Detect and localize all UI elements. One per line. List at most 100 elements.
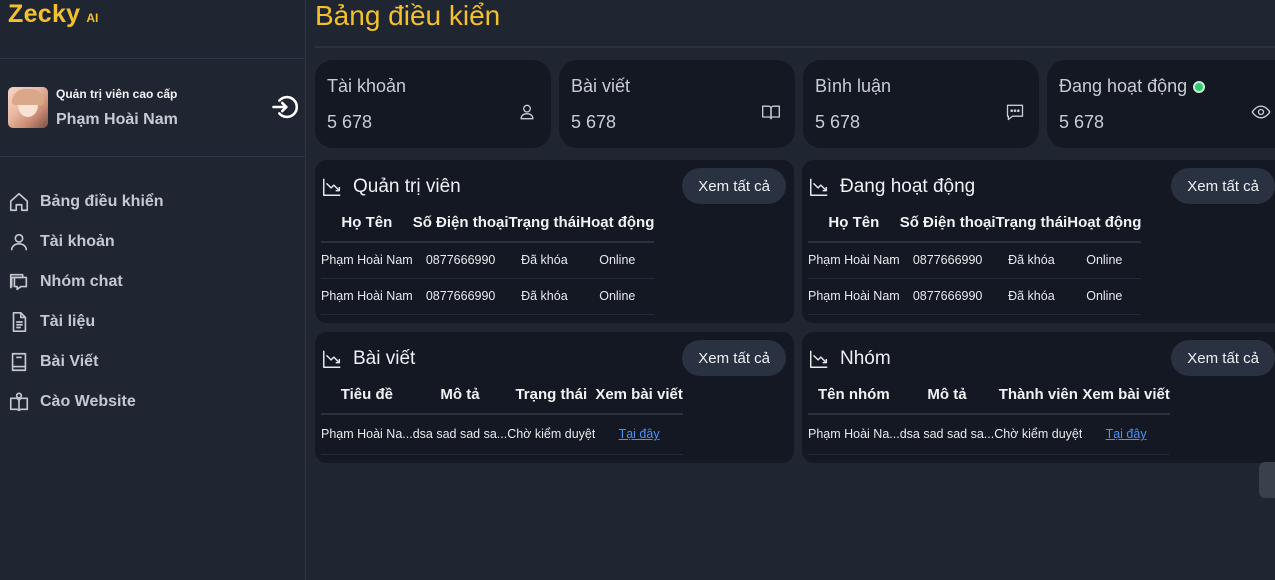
stat-value: 5 678 (815, 112, 861, 132)
see-all-admins-button[interactable]: Xem tất cả (682, 168, 786, 204)
table-cell: Chờ kiểm duyệt (507, 414, 596, 455)
table-header-row: Tên nhóm Mô tả Thành viên Xem bài viết (808, 376, 1170, 415)
view-post-link[interactable]: Tại đây (1106, 427, 1147, 441)
table-header-row: Họ Tên Số Điện thoại Trạng thái Hoạt độn… (321, 204, 655, 243)
table-cell: Online (1067, 278, 1142, 315)
sidebar-item-posts[interactable]: Bài Viết (8, 342, 298, 382)
table-cell: Tại đây (1082, 414, 1170, 455)
view-post-link[interactable]: Tại đây (619, 427, 660, 441)
panel-title: Bài viết (353, 348, 416, 369)
sidebar-item-label: Cào Website (40, 393, 136, 410)
sidebar-divider (0, 156, 306, 157)
table-header-row: Tiêu đề Mô tả Trạng thái Xem bài viết (321, 376, 683, 415)
column-header: Trạng thái (507, 376, 596, 415)
stat-label: Tài khoản (327, 76, 407, 96)
see-all-active-button[interactable]: Xem tất cả (1171, 168, 1275, 204)
table-cell: Đã khóa (995, 278, 1068, 315)
column-header: Xem bài viết (595, 376, 683, 415)
logout-icon[interactable] (270, 93, 298, 121)
sidebar-item-chat-groups[interactable]: Nhóm chat (8, 262, 298, 302)
brand-suffix: AI (86, 11, 99, 25)
table-cell: Đã khóa (508, 278, 581, 315)
table-cell: Phạm Hoài Nam (808, 278, 900, 315)
column-header: Họ Tên (808, 204, 900, 243)
trend-chart-icon (323, 178, 341, 196)
sidebar-item-documents[interactable]: Tài liệu (8, 302, 298, 342)
table-row[interactable]: Phạm Hoài Nam 0877666990 Đã khóa Online (808, 242, 1142, 279)
table-cell: Online (1067, 242, 1142, 279)
table-cell: Phạm Hoài Nam (808, 242, 900, 279)
table-cell: 0877666990 (412, 278, 509, 315)
column-header: Tiêu đề (321, 376, 413, 415)
see-all-groups-button[interactable]: Xem tất cả (1171, 340, 1275, 376)
column-header: Thành viên (994, 376, 1083, 415)
chat-icon (9, 273, 28, 291)
panel-title: Đang hoạt động (840, 176, 976, 197)
table-header-row: Họ Tên Số Điện thoại Trạng thái Hoạt độn… (808, 204, 1142, 243)
table-row[interactable]: Phạm Hoài Nam 0877666990 Đã khóa Online (808, 278, 1142, 315)
table-row[interactable]: Phạm Hoài Na... dsa sad sad sa... Chờ ki… (808, 414, 1170, 455)
online-status-dot (1193, 80, 1206, 93)
stat-label: Đang hoạt động (1059, 76, 1206, 97)
active-users-table: Họ Tên Số Điện thoại Trạng thái Hoạt độn… (808, 204, 1142, 315)
panel-header: Bài viết Xem tất cả (321, 340, 786, 376)
panel-header: Đang hoạt động Xem tất cả (808, 168, 1275, 204)
table-row[interactable]: Phạm Hoài Nam 0877666990 Đã khóa Online (321, 242, 655, 279)
open-book-icon (9, 392, 29, 412)
title-divider (315, 46, 1275, 48)
brand-logo[interactable]: Zecky AI (8, 0, 98, 34)
posts-panel: Bài viết Xem tất cả Tiêu đề Mô tả Trạng … (315, 332, 794, 463)
user-name: Phạm Hoài Nam (56, 111, 178, 128)
column-header: Xem bài viết (1082, 376, 1170, 415)
panel-header: Quản trị viên Xem tất cả (321, 168, 786, 204)
main-content: Bảng điều kiển Tài khoản 5 678 Bài viết … (307, 0, 1275, 580)
sidebar-item-label: Nhóm chat (40, 273, 123, 290)
column-header: Trạng thái (508, 204, 581, 243)
home-icon (9, 192, 29, 212)
comment-icon (1006, 104, 1024, 121)
sidebar-item-accounts[interactable]: Tài khoản (8, 222, 298, 262)
user-icon (10, 233, 28, 251)
table-cell: dsa sad sad sa... (412, 414, 508, 455)
sidebar: Zecky AI Quản trị viên cao cấp Phạm Hoài… (0, 0, 306, 580)
sidebar-item-label: Bảng điều khiển (40, 193, 164, 210)
table-row[interactable]: Phạm Hoài Nam 0877666990 Đã khóa Online (321, 278, 655, 315)
sidebar-item-web-scraper[interactable]: Cào Website (8, 382, 298, 422)
table-cell: Online (580, 278, 655, 315)
scroll-handle[interactable] (1259, 462, 1275, 498)
panel-title: Nhóm (840, 348, 891, 369)
table-cell: 0877666990 (899, 278, 996, 315)
panel-title: Quản trị viên (353, 176, 461, 197)
sidebar-item-label: Tài khoản (40, 233, 115, 250)
column-header: Hoạt động (580, 204, 655, 243)
stat-card-accounts: Tài khoản 5 678 (315, 60, 551, 148)
column-header: Hoạt động (1067, 204, 1142, 243)
column-header: Mô tả (412, 376, 508, 415)
panel-header: Nhóm Xem tất cả (808, 340, 1275, 376)
table-cell: Phạm Hoài Nam (321, 242, 413, 279)
stat-value: 5 678 (327, 112, 373, 132)
user-role: Quản trị viên cao cấp (56, 87, 178, 101)
stat-value: 5 678 (1059, 112, 1105, 132)
sidebar-item-label: Bài Viết (40, 353, 99, 370)
book-icon (11, 352, 27, 372)
page-title: Bảng điều kiển (315, 0, 501, 31)
trend-chart-icon (810, 350, 828, 368)
user-profile: Quản trị viên cao cấp Phạm Hoài Nam (8, 87, 298, 129)
admins-panel: Quản trị viên Xem tất cả Họ Tên Số Điện … (315, 160, 794, 323)
stat-label: Bài viết (571, 76, 631, 96)
table-row[interactable]: Phạm Hoài Na... dsa sad sad sa... Chờ ki… (321, 414, 683, 455)
see-all-posts-button[interactable]: Xem tất cả (682, 340, 786, 376)
trend-chart-icon (810, 178, 828, 196)
table-cell: Chờ kiểm duyệt (994, 414, 1083, 455)
document-icon (12, 312, 27, 332)
table-cell: Phạm Hoài Na... (321, 414, 413, 455)
active-users-panel: Đang hoạt động Xem tất cả Họ Tên Số Điện… (802, 160, 1275, 323)
sidebar-item-dashboard[interactable]: Bảng điều khiển (8, 182, 298, 222)
table-cell: Online (580, 242, 655, 279)
table-cell: Đã khóa (508, 242, 581, 279)
sidebar-item-label: Tài liệu (40, 313, 96, 330)
brand-name: Zecky (8, 0, 81, 28)
table-cell: Tại đây (595, 414, 683, 455)
column-header: Số Điện thoại (412, 204, 509, 243)
